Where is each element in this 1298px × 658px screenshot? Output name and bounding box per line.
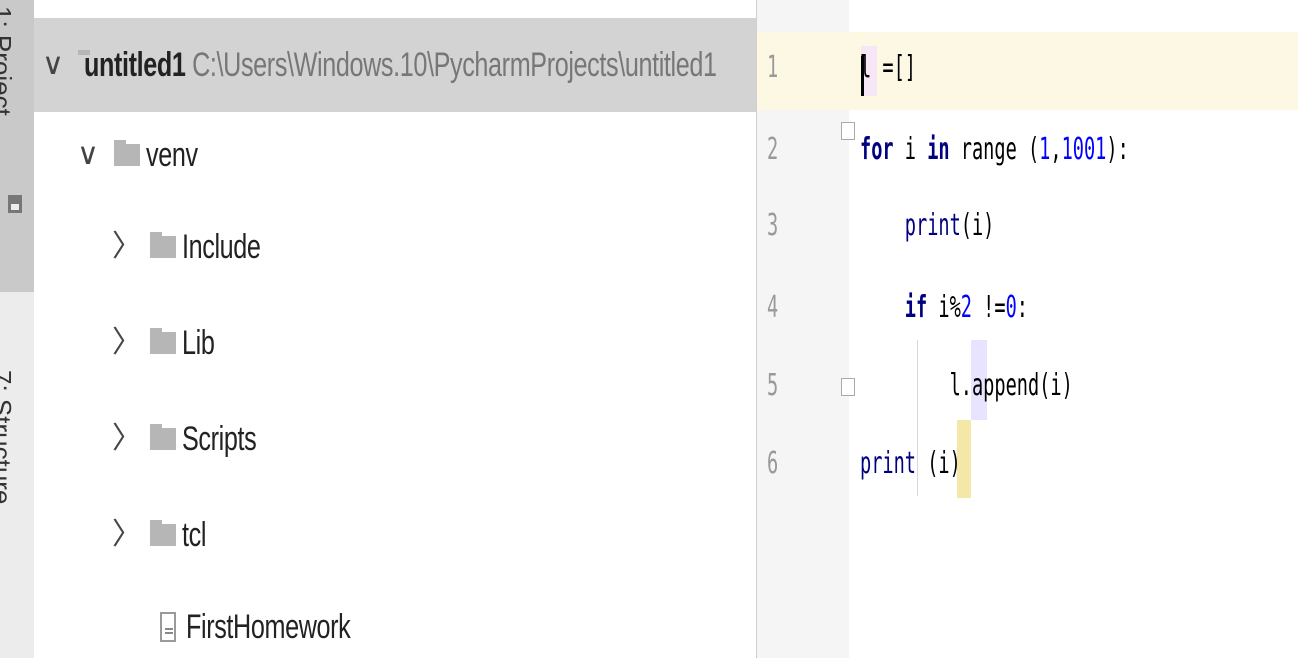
line-number: 4 xyxy=(767,290,779,325)
fold-marker-icon[interactable] xyxy=(841,122,855,140)
code-line-4[interactable]: 4 if i%2 !=0: xyxy=(757,272,1298,350)
code-text: l.append(i) xyxy=(860,368,1073,403)
code-text: l =[] xyxy=(860,50,916,85)
number-literal: 0 xyxy=(1005,290,1017,325)
project-tree: ∨ untitled1 C:\Users\Windows.10\PycharmP… xyxy=(34,0,756,658)
folder-icon xyxy=(150,424,176,450)
code-text: if i%2 !=0: xyxy=(904,290,1028,325)
chevron-right-icon[interactable]: 〉 xyxy=(112,424,142,454)
line-number: 6 xyxy=(767,446,779,481)
folder-icon xyxy=(150,328,176,354)
tree-item-label: Scripts xyxy=(182,419,257,458)
tree-item-label: untitled1 C:\Users\Windows.10\PycharmPro… xyxy=(84,46,717,85)
number-literal: 1001 xyxy=(1061,132,1107,167)
tree-item-label: tcl xyxy=(182,515,207,554)
tree-row-tcl[interactable]: 〉 tcl xyxy=(34,488,756,582)
chevron-down-icon[interactable]: ∨ xyxy=(76,140,100,170)
chevron-right-icon[interactable]: 〉 xyxy=(112,328,142,358)
project-name: untitled1 xyxy=(83,45,186,84)
code-text: print(i) xyxy=(904,208,995,243)
folder-icon xyxy=(114,140,140,166)
code-text: print (i) xyxy=(860,446,961,481)
builtin: print xyxy=(904,208,961,243)
tree-item-label: FirstHomework xyxy=(186,607,351,646)
line-number: 1 xyxy=(767,50,779,85)
tree-item-label: Lib xyxy=(182,323,215,362)
code-line-2[interactable]: 2 for i in range (1,1001): xyxy=(757,114,1298,192)
folder-icon xyxy=(150,520,176,546)
tree-row-venv[interactable]: ∨ venv xyxy=(34,108,756,202)
line-number: 2 xyxy=(767,132,779,167)
line-number: 5 xyxy=(767,368,779,403)
text-caret xyxy=(861,56,864,96)
code-text: for i in range (1,1001): xyxy=(860,132,1129,167)
project-tool-label[interactable]: 1: Project xyxy=(0,6,17,116)
keyword: for xyxy=(860,132,894,167)
tree-row-scripts[interactable]: 〉 Scripts xyxy=(34,392,756,486)
code-line-6[interactable]: 6 print (i) xyxy=(757,420,1298,506)
chevron-right-icon[interactable]: 〉 xyxy=(112,520,142,550)
fold-end-marker-icon[interactable] xyxy=(841,378,855,396)
tree-row-lib[interactable]: 〉 Lib xyxy=(34,296,756,390)
tree-item-label: venv xyxy=(146,135,198,174)
code-line-5[interactable]: 5 l.append(i) xyxy=(757,340,1298,428)
project-path: C:\Users\Windows.10\PycharmProjects\unti… xyxy=(192,45,717,84)
number-literal: 1 xyxy=(1039,132,1051,167)
tree-row-firsthomework[interactable]: FirstHomework xyxy=(34,580,756,658)
chevron-down-icon[interactable]: ∨ xyxy=(42,50,64,80)
structure-tool-label[interactable]: 7: Structure xyxy=(0,370,17,504)
tree-row-untitled1[interactable]: ∨ untitled1 C:\Users\Windows.10\PycharmP… xyxy=(34,18,756,112)
tool-window-strip: 1: Project 7: Structure xyxy=(0,0,35,658)
chevron-right-icon[interactable]: 〉 xyxy=(112,232,142,262)
indent-guide xyxy=(917,340,918,496)
number-literal: 2 xyxy=(960,290,972,325)
tree-item-label: Include xyxy=(182,227,261,266)
folder-icon xyxy=(150,232,176,258)
keyword: if xyxy=(904,290,928,325)
code-line-3[interactable]: 3 print(i) xyxy=(757,190,1298,268)
tree-row-include[interactable]: 〉 Include xyxy=(34,200,756,294)
keyword: in xyxy=(927,132,950,167)
code-editor[interactable]: 1 l =[] 2 for i in range (1,1001): 3 pri… xyxy=(756,0,1298,658)
line-number: 3 xyxy=(767,208,779,243)
builtin: print xyxy=(860,446,916,481)
project-icon xyxy=(8,195,22,213)
code-line-1[interactable]: 1 l =[] xyxy=(757,32,1298,110)
python-file-icon xyxy=(160,612,176,642)
